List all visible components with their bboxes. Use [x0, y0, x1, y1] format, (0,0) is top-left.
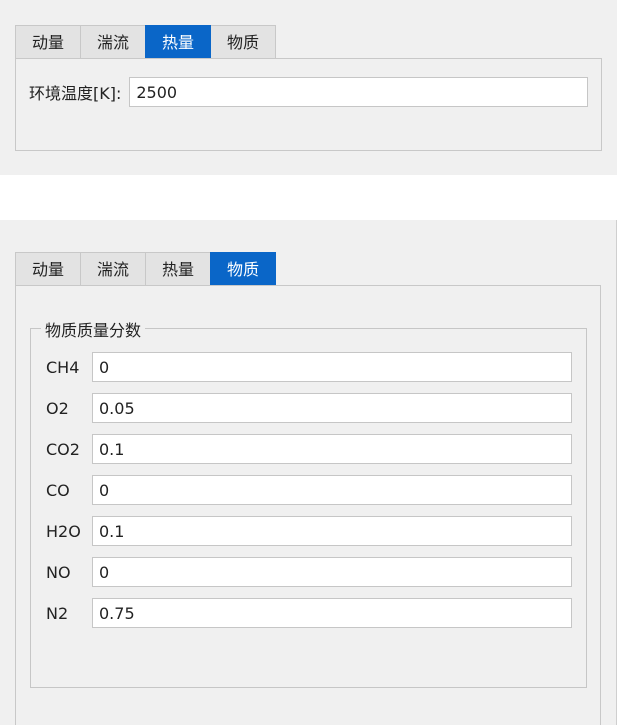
- species-row-n2: N2: [46, 597, 572, 629]
- species-label: CH4: [46, 357, 80, 377]
- species-o2-input[interactable]: [92, 393, 572, 423]
- species-label: N2: [46, 603, 69, 623]
- species-label: O2: [46, 398, 69, 418]
- species-co2-input[interactable]: [92, 434, 572, 464]
- tab-species[interactable]: 物质: [210, 252, 277, 285]
- mass-fraction-groupbox: 物质质量分数 CH4 O2 CO2 CO H2O NO: [30, 317, 587, 688]
- species-label: NO: [46, 562, 71, 582]
- tab-turbulence[interactable]: 湍流: [80, 252, 147, 285]
- species-h2o-input[interactable]: [92, 516, 572, 546]
- species-ch4-input[interactable]: [92, 352, 572, 382]
- species-row-co: CO: [46, 474, 572, 506]
- species-label: CO2: [46, 439, 80, 459]
- species-row-o2: O2: [46, 392, 572, 424]
- ambient-temperature-row: 环境温度[K]:: [29, 76, 588, 108]
- mass-fraction-group-title: 物质质量分数: [41, 317, 146, 341]
- species-label: CO: [46, 480, 70, 500]
- species-co-input[interactable]: [92, 475, 572, 505]
- species-tab-content: 物质质量分数 CH4 O2 CO2 CO H2O NO: [15, 285, 601, 725]
- tab-momentum[interactable]: 动量: [15, 252, 82, 285]
- species-row-h2o: H2O: [46, 515, 572, 547]
- heat-tab-content: 环境温度[K]:: [15, 58, 602, 151]
- species-row-co2: CO2: [46, 433, 572, 465]
- tab-heat[interactable]: 热量: [145, 25, 212, 58]
- species-settings-panel: 动量 湍流 热量 物质 物质质量分数 CH4 O2 CO2 CO: [0, 220, 617, 725]
- species-no-input[interactable]: [92, 557, 572, 587]
- species-label: H2O: [46, 521, 81, 541]
- species-n2-input[interactable]: [92, 598, 572, 628]
- tab-momentum[interactable]: 动量: [15, 25, 82, 58]
- tab-bar: 动量 湍流 热量 物质: [15, 25, 277, 58]
- tab-bar: 动量 湍流 热量 物质: [15, 252, 277, 285]
- tab-species[interactable]: 物质: [210, 25, 277, 58]
- species-row-ch4: CH4: [46, 351, 572, 383]
- tab-turbulence[interactable]: 湍流: [80, 25, 147, 58]
- heat-settings-panel: 动量 湍流 热量 物质 环境温度[K]:: [0, 0, 617, 175]
- ambient-temperature-input[interactable]: [129, 77, 588, 107]
- ambient-temperature-label: 环境温度[K]:: [29, 84, 122, 103]
- tab-heat[interactable]: 热量: [145, 252, 212, 285]
- species-row-no: NO: [46, 556, 572, 588]
